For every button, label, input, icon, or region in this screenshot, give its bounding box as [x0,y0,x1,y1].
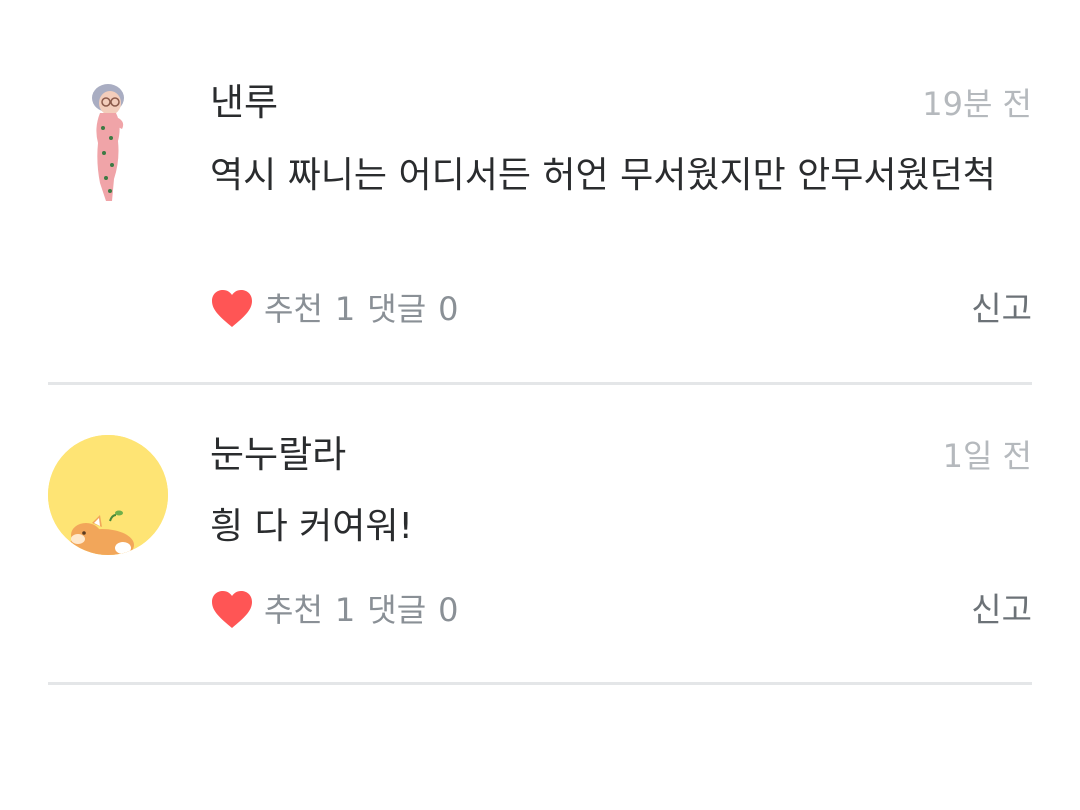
like-count: 1 [334,591,356,629]
reply-label[interactable]: 댓글 [367,590,426,630]
character-avatar-icon [92,84,124,201]
heart-icon[interactable] [210,588,254,632]
comment-author[interactable]: 눈누랄라 [210,433,346,477]
reply-label[interactable]: 댓글 [367,289,426,329]
like-label[interactable]: 추천 [264,590,323,630]
report-button[interactable]: 신고 [971,590,1032,630]
like-count: 1 [334,290,356,328]
comment-actions: 추천 1 댓글 0 [210,287,459,331]
comment-author[interactable]: 낸루 [210,81,278,125]
comment-text: 역시 짜니는 어디서든 허언 무서웠지만 안무서웠던척 [210,155,996,196]
comment-item: 눈누랄라 1일 전 힁 다 커여워! 추천 1 댓글 0 신고 [48,385,1032,685]
avatar[interactable] [48,435,168,555]
reply-count: 0 [438,290,459,328]
comment-text: 힁 다 커여워! [210,506,413,547]
comment-list: 낸루 19분 전 역시 짜니는 어디서든 허언 무서웠지만 안무서웠던척 추천 … [48,0,1032,685]
like-label[interactable]: 추천 [264,289,323,329]
report-button[interactable]: 신고 [971,289,1032,329]
comment-actions: 추천 1 댓글 0 [210,588,459,632]
heart-icon[interactable] [210,287,254,331]
comment-time: 19분 전 [922,85,1032,123]
dog-avatar-icon [48,435,168,555]
avatar[interactable] [48,83,168,203]
comment-item: 낸루 19분 전 역시 짜니는 어디서든 허언 무서웠지만 안무서웠던척 추천 … [48,0,1032,385]
reply-count: 0 [438,591,459,629]
comment-time: 1일 전 [942,437,1032,475]
